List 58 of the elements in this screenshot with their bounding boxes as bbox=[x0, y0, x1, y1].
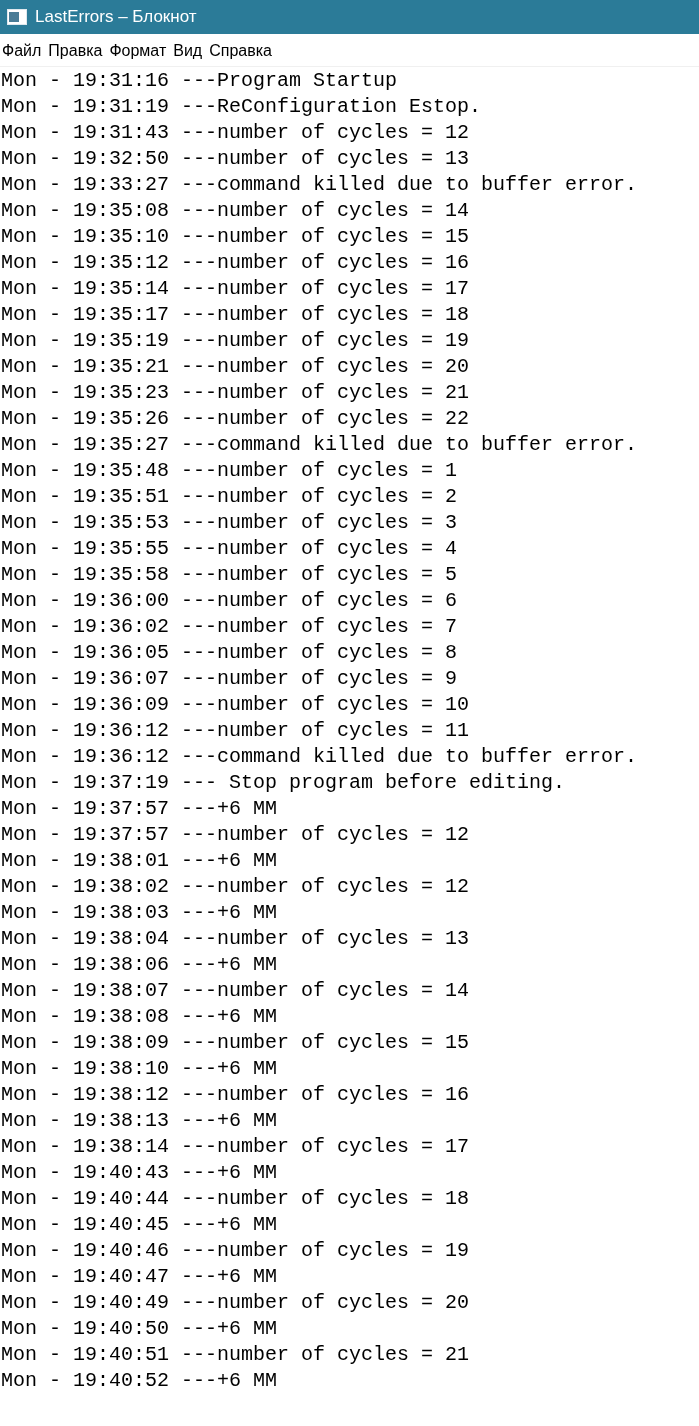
text-line: Mon - 19:38:12 ---number of cycles = 16 bbox=[0, 1082, 470, 1108]
text-line: Mon - 19:38:09 ---number of cycles = 15 bbox=[0, 1030, 470, 1056]
text-line: Mon - 19:36:05 ---number of cycles = 8 bbox=[0, 640, 458, 666]
text-line: Mon - 19:35:51 ---number of cycles = 2 bbox=[0, 484, 458, 510]
menu-item[interactable]: Правка bbox=[48, 40, 108, 60]
text-line: Mon - 19:36:02 ---number of cycles = 7 bbox=[0, 614, 458, 640]
text-line: Mon - 19:31:43 ---number of cycles = 12 bbox=[0, 120, 470, 146]
text-line: Mon - 19:35:19 ---number of cycles = 19 bbox=[0, 328, 470, 354]
text-line: Mon - 19:36:00 ---number of cycles = 6 bbox=[0, 588, 458, 614]
text-line: Mon - 19:38:14 ---number of cycles = 17 bbox=[0, 1134, 470, 1160]
text-line: Mon - 19:33:27 ---command killed due to buffer error. bbox=[0, 172, 638, 198]
text-line: Mon - 19:40:50 ---+6 MM bbox=[0, 1316, 278, 1342]
text-line: Mon - 19:35:23 ---number of cycles = 21 bbox=[0, 380, 470, 406]
text-line: Mon - 19:35:48 ---number of cycles = 1 bbox=[0, 458, 458, 484]
text-line: Mon - 19:36:12 ---number of cycles = 11 bbox=[0, 718, 470, 744]
text-line: Mon - 19:36:09 ---number of cycles = 10 bbox=[0, 692, 470, 718]
text-line: Mon - 19:38:02 ---number of cycles = 12 bbox=[0, 874, 470, 900]
text-line: Mon - 19:40:46 ---number of cycles = 19 bbox=[0, 1238, 470, 1264]
menu-item[interactable]: Справка bbox=[209, 40, 277, 60]
text-line: Mon - 19:38:10 ---+6 MM bbox=[0, 1056, 278, 1082]
text-line: Mon - 19:40:47 ---+6 MM bbox=[0, 1264, 278, 1290]
text-line: Mon - 19:38:08 ---+6 MM bbox=[0, 1004, 278, 1030]
text-line: Mon - 19:38:03 ---+6 MM bbox=[0, 900, 278, 926]
text-line: Mon - 19:40:52 ---+6 MM bbox=[0, 1368, 278, 1394]
text-line: Mon - 19:31:16 ---Program Startup bbox=[0, 68, 398, 94]
text-line: Mon - 19:35:21 ---number of cycles = 20 bbox=[0, 354, 470, 380]
text-line: Mon - 19:31:19 ---ReConfiguration Estop. bbox=[0, 94, 482, 120]
text-line: Mon - 19:40:51 ---number of cycles = 21 bbox=[0, 1342, 470, 1368]
text-line: Mon - 19:35:26 ---number of cycles = 22 bbox=[0, 406, 470, 432]
text-line: Mon - 19:36:07 ---number of cycles = 9 bbox=[0, 666, 458, 692]
window-title: LastErrors – Блокнот bbox=[35, 7, 197, 27]
text-line: Mon - 19:40:44 ---number of cycles = 18 bbox=[0, 1186, 470, 1212]
text-line: Mon - 19:37:57 ---number of cycles = 12 bbox=[0, 822, 470, 848]
menu-item[interactable]: Файл bbox=[2, 40, 47, 60]
text-line: Mon - 19:35:12 ---number of cycles = 16 bbox=[0, 250, 470, 276]
text-line: Mon - 19:37:57 ---+6 MM bbox=[0, 796, 278, 822]
text-line: Mon - 19:35:17 ---number of cycles = 18 bbox=[0, 302, 470, 328]
text-line: Mon - 19:40:49 ---number of cycles = 20 bbox=[0, 1290, 470, 1316]
text-line: Mon - 19:35:14 ---number of cycles = 17 bbox=[0, 276, 470, 302]
text-line: Mon - 19:40:43 ---+6 MM bbox=[0, 1160, 278, 1186]
text-line: Mon - 19:35:55 ---number of cycles = 4 bbox=[0, 536, 458, 562]
text-line: Mon - 19:35:10 ---number of cycles = 15 bbox=[0, 224, 470, 250]
text-line: Mon - 19:38:06 ---+6 MM bbox=[0, 952, 278, 978]
menu-item[interactable]: Формат bbox=[109, 40, 172, 60]
menu-item[interactable]: Вид bbox=[173, 40, 208, 60]
text-line: Mon - 19:32:50 ---number of cycles = 13 bbox=[0, 146, 470, 172]
notepad-icon bbox=[7, 9, 27, 25]
text-line: Mon - 19:40:45 ---+6 MM bbox=[0, 1212, 278, 1238]
text-line: Mon - 19:35:58 ---number of cycles = 5 bbox=[0, 562, 458, 588]
text-line: Mon - 19:35:08 ---number of cycles = 14 bbox=[0, 198, 470, 224]
text-line: Mon - 19:36:12 ---command killed due to buffer error. bbox=[0, 744, 638, 770]
text-line: Mon - 19:38:01 ---+6 MM bbox=[0, 848, 278, 874]
text-line: Mon - 19:35:27 ---command killed due to buffer error. bbox=[0, 432, 638, 458]
text-line: Mon - 19:38:07 ---number of cycles = 14 bbox=[0, 978, 470, 1004]
text-line: Mon - 19:37:19 --- Stop program before editing. bbox=[0, 770, 566, 796]
text-line: Mon - 19:38:04 ---number of cycles = 13 bbox=[0, 926, 470, 952]
text-line: Mon - 19:38:13 ---+6 MM bbox=[0, 1108, 278, 1134]
text-line: Mon - 19:35:53 ---number of cycles = 3 bbox=[0, 510, 458, 536]
